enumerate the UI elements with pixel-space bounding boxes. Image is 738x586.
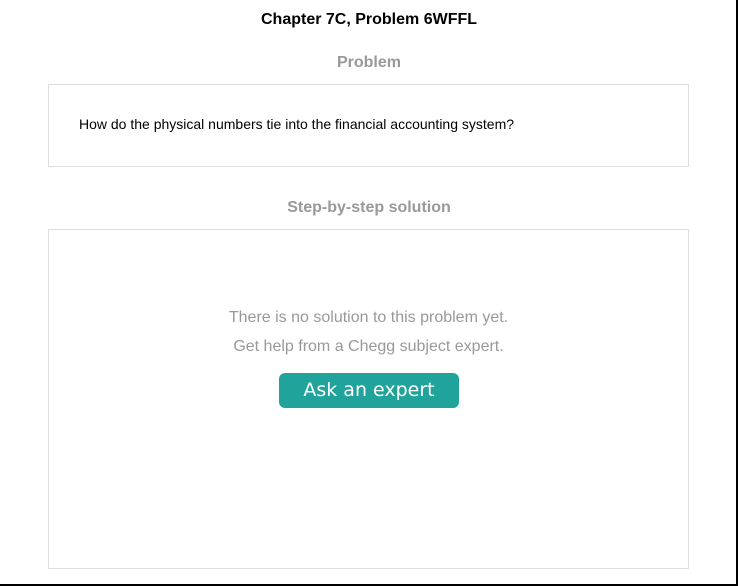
problem-box: How do the physical numbers tie into the… (48, 84, 689, 167)
no-solution-message: There is no solution to this problem yet… (228, 309, 509, 326)
solution-box: There is no solution to this problem yet… (48, 229, 689, 569)
problem-text: How do the physical numbers tie into the… (79, 116, 515, 132)
page-frame: Chapter 7C, Problem 6WFFL Problem How do… (0, 0, 738, 586)
ask-an-expert-button[interactable]: Ask an expert (279, 373, 459, 408)
solution-heading: Step-by-step solution (287, 199, 451, 216)
page-title: Chapter 7C, Problem 6WFFL (260, 11, 478, 28)
problem-heading: Problem (336, 54, 401, 71)
get-help-message: Get help from a Chegg subject expert. (233, 338, 504, 355)
